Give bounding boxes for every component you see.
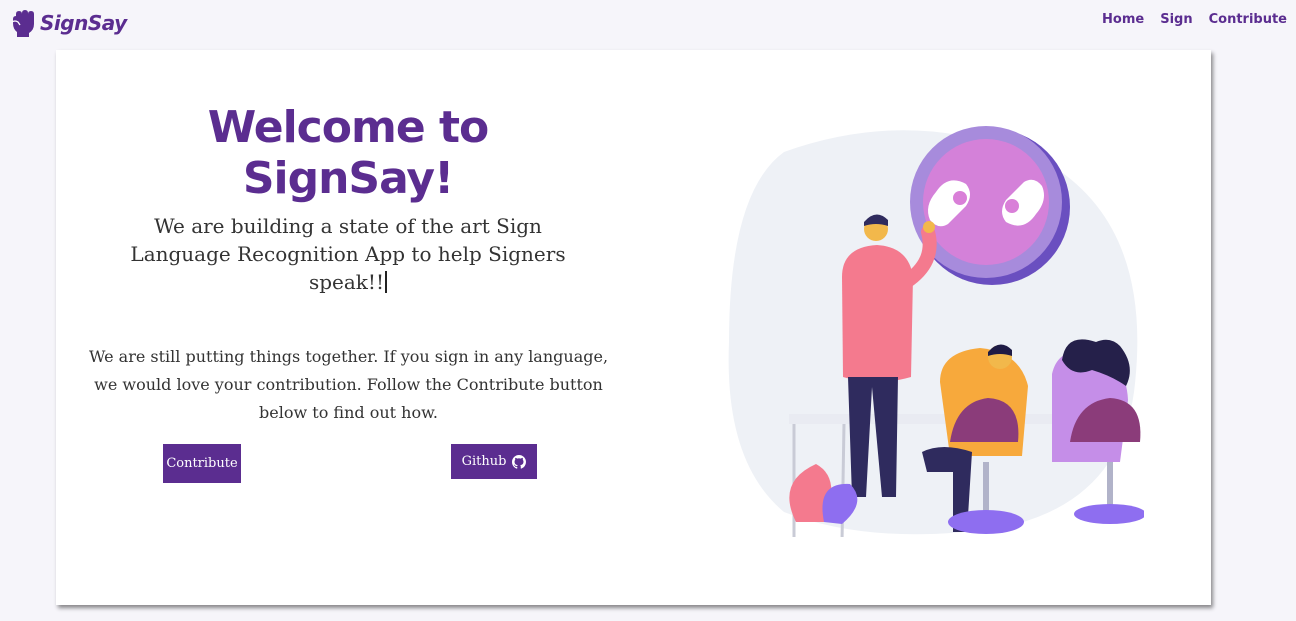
contribute-button-label: Contribute <box>166 456 238 471</box>
github-button-label: Github <box>461 454 507 469</box>
brand-name: SignSay <box>40 11 127 35</box>
text-cursor <box>385 271 388 293</box>
info-text: We are still putting things together. If… <box>88 347 609 422</box>
nav-home-link[interactable]: Home <box>1102 12 1144 27</box>
nav-sign-link[interactable]: Sign <box>1160 12 1192 27</box>
contribute-button[interactable]: Contribute <box>163 444 241 483</box>
github-button[interactable]: Github <box>451 444 537 479</box>
github-icon <box>512 454 527 469</box>
sign-language-meeting-illustration <box>728 126 1144 537</box>
navbar: SignSay Home Sign Contribute <box>0 0 1296 44</box>
page-title: Welcome to SignSay! <box>207 102 489 204</box>
raised-fist-icon <box>11 10 34 37</box>
tagline-text: We are building a state of the art Sign … <box>130 214 566 294</box>
tagline: We are building a state of the art Sign … <box>128 212 568 296</box>
nav-links: Home Sign Contribute <box>1102 12 1287 27</box>
brand-logo[interactable]: SignSay <box>10 8 127 38</box>
hero-card: Welcome to SignSay! We are building a st… <box>56 50 1211 605</box>
nav-contribute-link[interactable]: Contribute <box>1209 12 1287 27</box>
